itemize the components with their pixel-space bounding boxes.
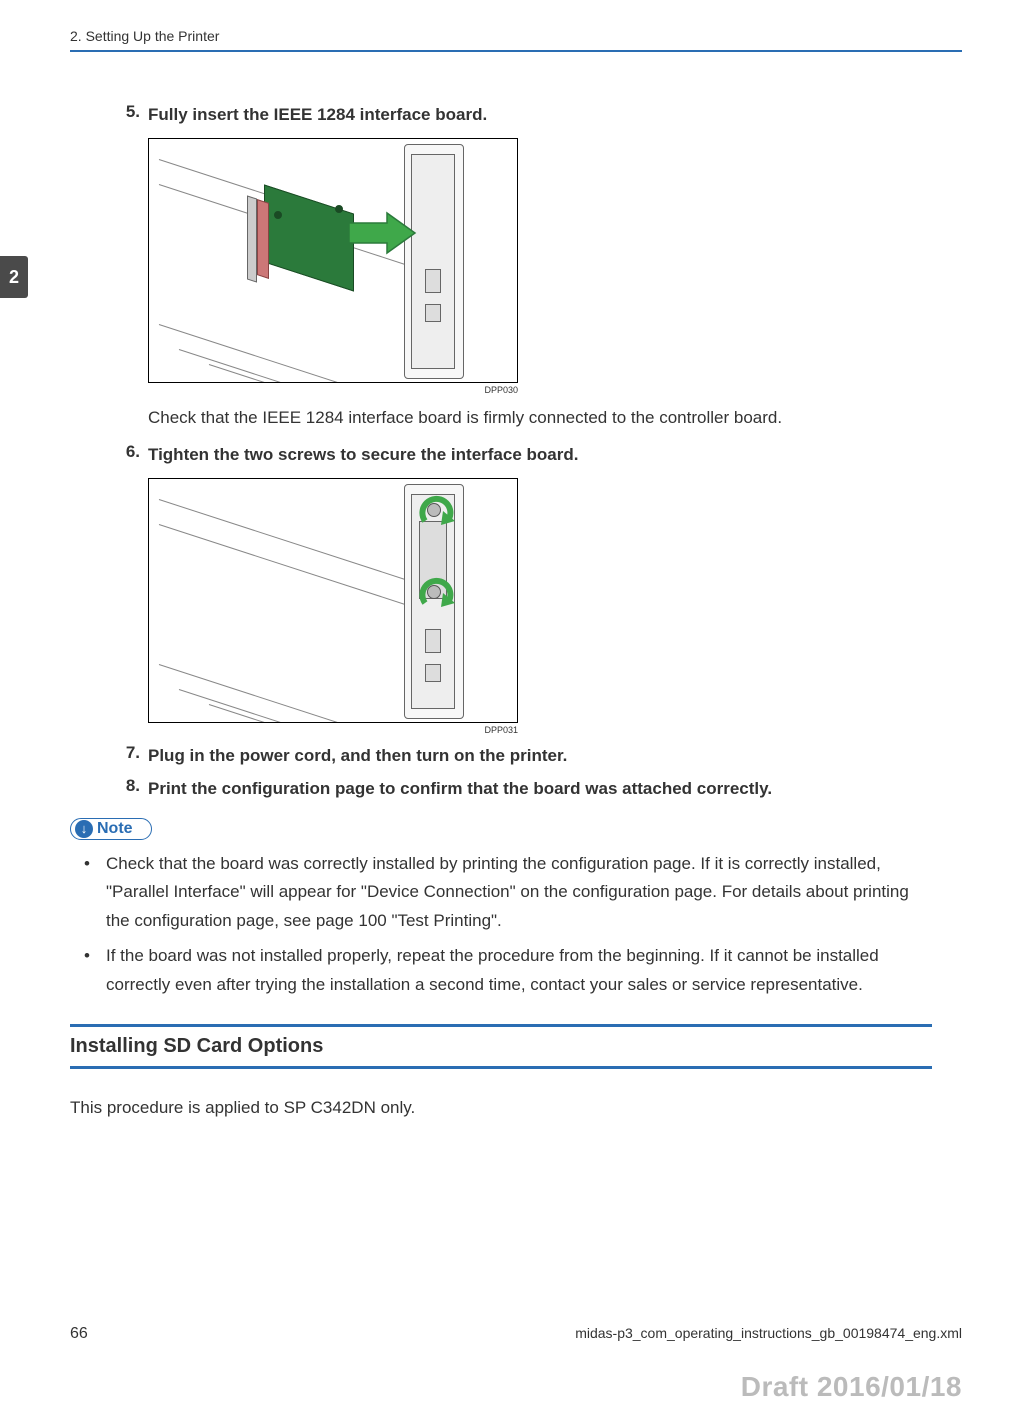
rotate-arrow-icon bbox=[419, 575, 459, 611]
page-header: 2. Setting Up the Printer bbox=[70, 28, 962, 52]
chapter-title: 2. Setting Up the Printer bbox=[70, 28, 219, 44]
note-bullet: • Check that the board was correctly ins… bbox=[84, 850, 932, 937]
section-body: This procedure is applied to SP C342DN o… bbox=[70, 1095, 932, 1121]
note-down-arrow-icon: ↓ bbox=[75, 820, 93, 838]
step-5-note: Check that the IEEE 1284 interface board… bbox=[148, 405, 932, 431]
step-number: 7. bbox=[120, 743, 148, 769]
figure-tighten-screws bbox=[148, 478, 518, 723]
step-text: Plug in the power cord, and then turn on… bbox=[148, 743, 932, 769]
note-bullet-list: • Check that the board was correctly ins… bbox=[84, 850, 932, 1000]
insert-arrow-icon bbox=[349, 209, 419, 259]
step-6: 6. Tighten the two screws to secure the … bbox=[120, 442, 932, 468]
step-number: 5. bbox=[120, 102, 148, 128]
note-label: Note bbox=[97, 820, 133, 838]
chapter-number: 2 bbox=[9, 267, 19, 288]
content: 5. Fully insert the IEEE 1284 interface … bbox=[70, 102, 962, 1120]
source-file: midas-p3_com_operating_instructions_gb_0… bbox=[575, 1325, 962, 1343]
rotate-arrow-icon bbox=[419, 493, 459, 529]
step-text: Tighten the two screws to secure the int… bbox=[148, 442, 932, 468]
figure-insert-board bbox=[148, 138, 518, 383]
figure-5-block: DPP030 bbox=[148, 138, 932, 395]
step-text: Print the configuration page to confirm … bbox=[148, 776, 932, 802]
step-number: 8. bbox=[120, 776, 148, 802]
figure-caption: DPP031 bbox=[148, 723, 518, 735]
page-number: 66 bbox=[70, 1325, 88, 1343]
step-8: 8. Print the configuration page to confi… bbox=[120, 776, 932, 802]
step-5: 5. Fully insert the IEEE 1284 interface … bbox=[120, 102, 932, 128]
chapter-tab: 2 bbox=[0, 256, 28, 298]
figure-caption: DPP030 bbox=[148, 383, 518, 395]
note-bullet-text: If the board was not installed properly,… bbox=[106, 942, 932, 1000]
page: 2. Setting Up the Printer 5. Fully inser… bbox=[0, 0, 1032, 1120]
draft-stamp: Draft 2016/01/18 bbox=[741, 1371, 962, 1403]
section-heading: Installing SD Card Options bbox=[70, 1024, 932, 1069]
note-block: ↓ Note • Check that the board was correc… bbox=[70, 812, 932, 1000]
bullet-icon: • bbox=[84, 850, 106, 937]
note-badge: ↓ Note bbox=[70, 818, 152, 840]
step-number: 6. bbox=[120, 442, 148, 468]
step-7: 7. Plug in the power cord, and then turn… bbox=[120, 743, 932, 769]
note-bullet: • If the board was not installed properl… bbox=[84, 942, 932, 1000]
step-text: Fully insert the IEEE 1284 interface boa… bbox=[148, 102, 932, 128]
page-footer: 66 midas-p3_com_operating_instructions_g… bbox=[70, 1325, 962, 1343]
figure-6-block: DPP031 bbox=[148, 478, 932, 735]
bullet-icon: • bbox=[84, 942, 106, 1000]
section: Installing SD Card Options This procedur… bbox=[70, 1024, 932, 1121]
note-bullet-text: Check that the board was correctly insta… bbox=[106, 850, 932, 937]
